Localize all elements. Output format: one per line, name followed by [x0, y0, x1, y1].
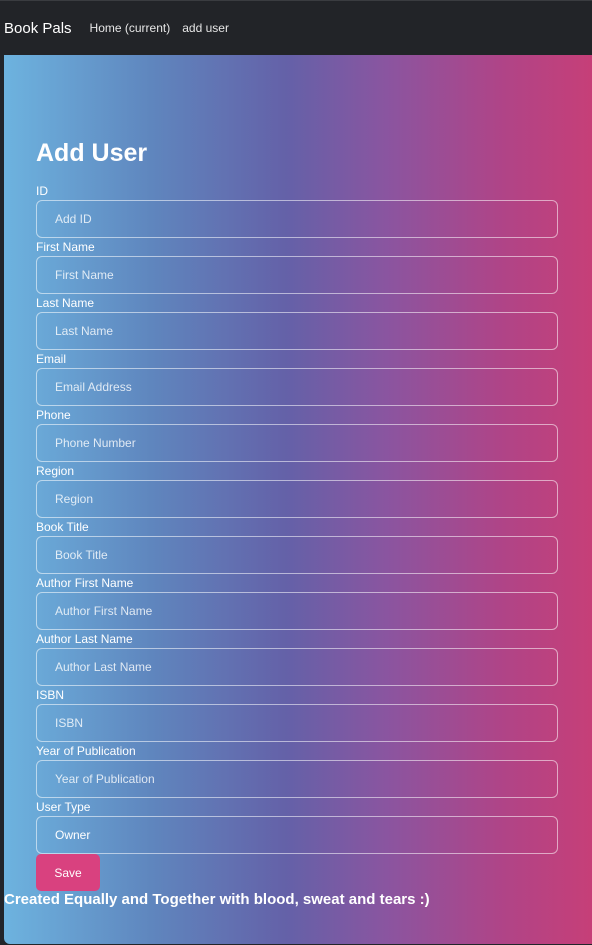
field-email: Email [36, 351, 558, 407]
field-label: Phone [36, 408, 71, 422]
field-label: Last Name [36, 296, 95, 310]
author-first-name-input[interactable] [36, 592, 558, 630]
id-input[interactable] [36, 200, 558, 238]
last-name-input[interactable] [36, 312, 558, 350]
field-id: ID [36, 183, 558, 239]
field-label: Author First Name [36, 576, 134, 590]
field-label: Author Last Name [36, 632, 133, 646]
footer-text: Created Equally and Together with blood,… [4, 891, 430, 908]
brand-link[interactable]: Book Pals [4, 20, 72, 37]
region-input[interactable] [36, 480, 558, 518]
field-label: Book Title [36, 520, 89, 534]
field-first-name: First Name [36, 239, 558, 295]
field-region: Region [36, 463, 558, 519]
add-user-form: ID First Name Last Name Email Phone Regi… [36, 183, 558, 855]
isbn-input[interactable] [36, 704, 558, 742]
year-of-publication-input[interactable] [36, 760, 558, 798]
nav-link-add-user[interactable]: add user [182, 21, 229, 35]
author-last-name-input[interactable] [36, 648, 558, 686]
field-book-title: Book Title [36, 519, 558, 575]
user-type-input[interactable] [36, 816, 558, 854]
main-content: Add User ID First Name Last Name Email P… [4, 55, 592, 944]
phone-input[interactable] [36, 424, 558, 462]
field-label: Region [36, 464, 75, 478]
field-label: ISBN [36, 688, 65, 702]
field-last-name: Last Name [36, 295, 558, 351]
field-label: User Type [36, 800, 91, 814]
field-label: ID [36, 184, 48, 198]
field-phone: Phone [36, 407, 558, 463]
field-author-last-name: Author Last Name [36, 631, 558, 687]
save-button[interactable]: Save [36, 854, 100, 891]
field-label: Email [36, 352, 67, 366]
field-isbn: ISBN [36, 687, 558, 743]
first-name-input[interactable] [36, 256, 558, 294]
navbar: Book Pals Home (current) add user [0, 0, 592, 55]
nav-link-home[interactable]: Home (current) [90, 21, 171, 35]
field-label: First Name [36, 240, 95, 254]
book-title-input[interactable] [36, 536, 558, 574]
field-user-type: User Type [36, 799, 558, 855]
page-title: Add User [36, 139, 148, 167]
field-year-of-publication: Year of Publication [36, 743, 558, 799]
email-input[interactable] [36, 368, 558, 406]
field-author-first-name: Author First Name [36, 575, 558, 631]
field-label: Year of Publication [36, 744, 136, 758]
